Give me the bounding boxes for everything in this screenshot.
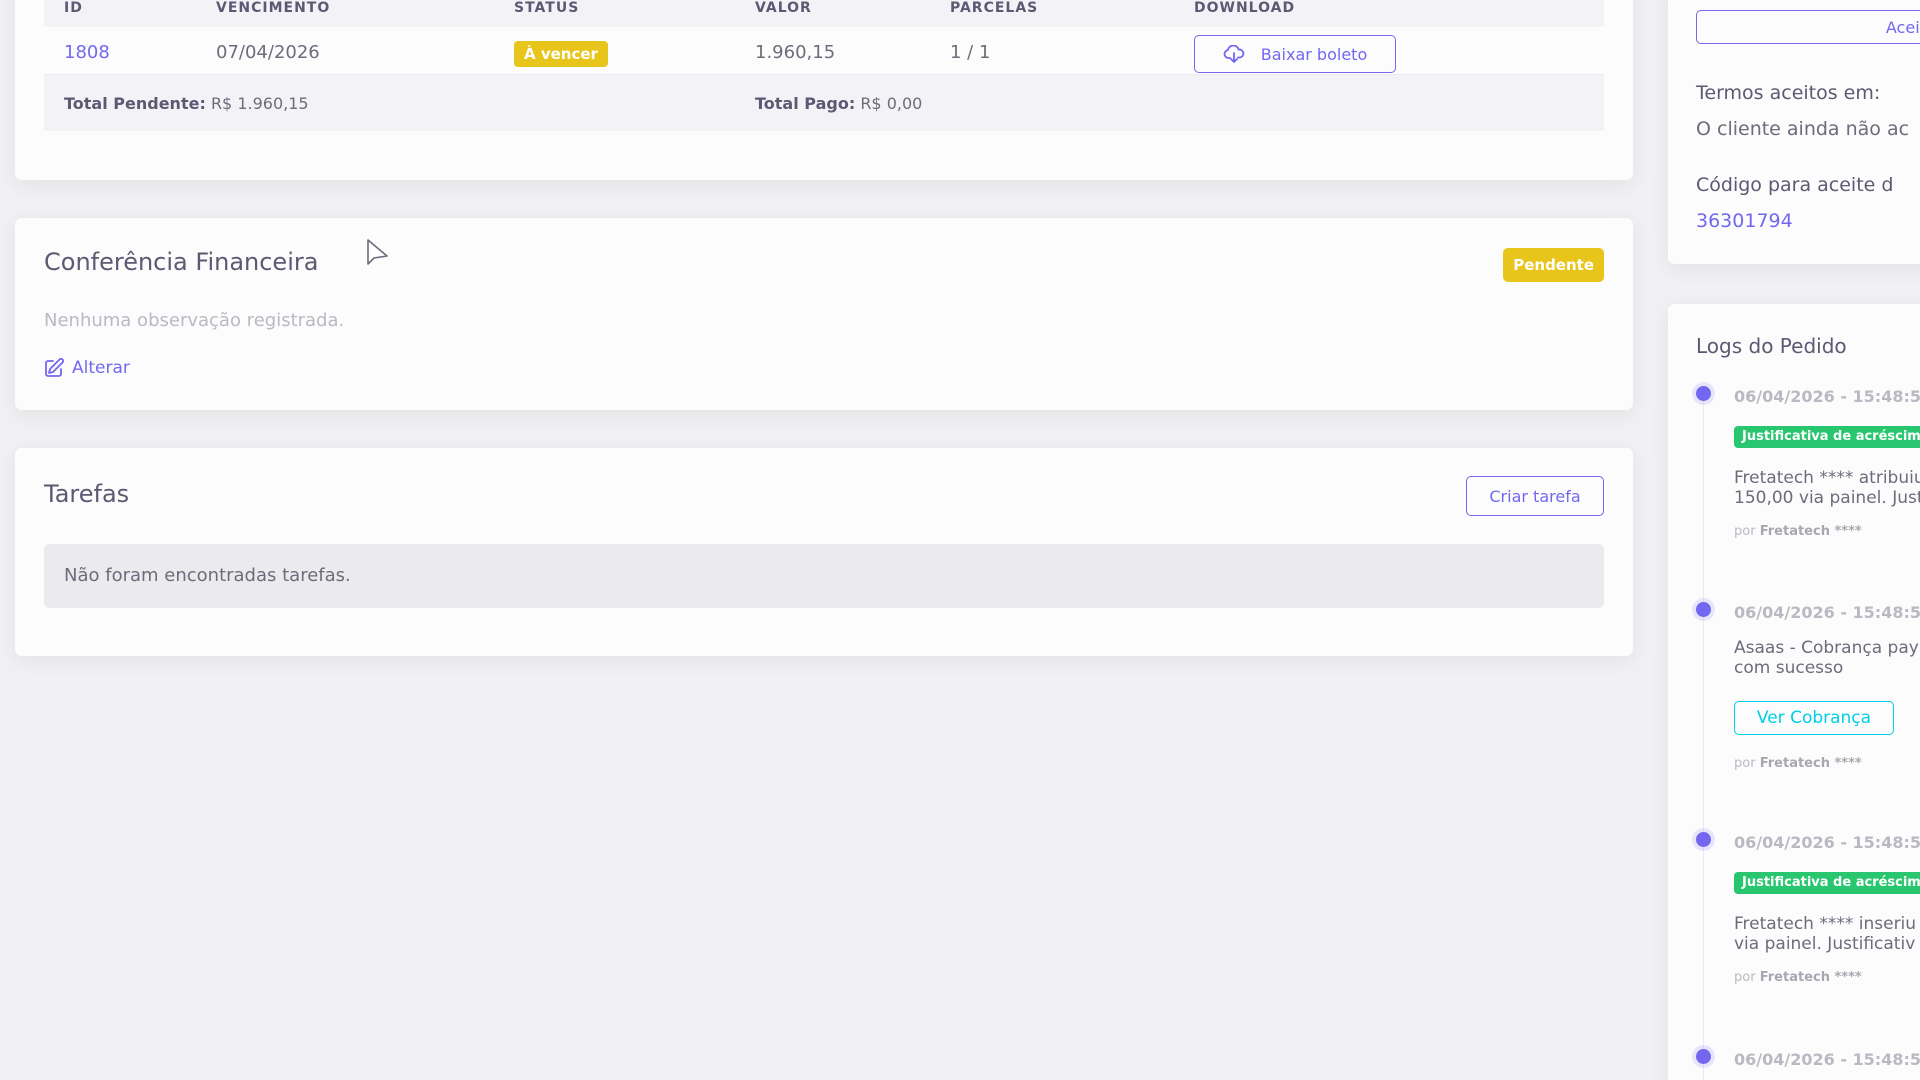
terms-accepted-label: Termos aceitos em: [1696, 82, 1881, 104]
log-badge: Justificativa de acréscim [1734, 426, 1920, 448]
log-author-label: por [1734, 756, 1756, 771]
column-header-download: DOWNLOAD [1194, 0, 1296, 16]
payments-card: ID VENCIMENTO STATUS VALOR PARCELAS DOWN… [15, 0, 1633, 180]
log-time: 06/04/2026 - 15:48:57 [1734, 387, 1920, 406]
payment-id-link[interactable]: 1808 [64, 42, 110, 63]
column-header-status: STATUS [514, 0, 580, 16]
payments-totals: Total Pendente: R$ 1.960,15 Total Pago: … [44, 75, 1604, 131]
timeline-dot [1696, 832, 1711, 847]
log-time: 06/04/2026 - 15:48:56 [1734, 603, 1920, 622]
view-charge-button[interactable]: Ver Cobrança [1734, 701, 1894, 735]
log-author: por Fretatech **** [1734, 970, 1862, 985]
table-row: 1808 07/04/2026 À vencer 1.960,15 1 / 1 … [44, 27, 1604, 75]
total-paid: Total Pago: R$ 0,00 [755, 94, 922, 113]
create-task-label: Criar tarefa [1489, 486, 1581, 506]
cloud-download-icon [1223, 45, 1245, 63]
timeline-dot [1696, 1049, 1711, 1064]
column-header-id: ID [64, 0, 83, 16]
log-time: 06/04/2026 - 15:48:51 [1734, 1050, 1920, 1069]
log-badge: Justificativa de acréscim [1734, 872, 1920, 894]
payments-table-header: ID VENCIMENTO STATUS VALOR PARCELAS DOWN… [44, 0, 1604, 27]
download-boleto-button[interactable]: Baixar boleto [1194, 35, 1396, 73]
total-pending: Total Pendente: R$ 1.960,15 [64, 94, 309, 113]
acceptance-code-value[interactable]: 36301794 [1696, 210, 1793, 232]
total-pending-value: R$ 1.960,15 [210, 94, 309, 113]
total-paid-label: Total Pago: [755, 94, 856, 113]
financial-empty-text: Nenhuma observação registrada. [44, 310, 345, 331]
log-text: Fretatech **** inseriu via painel. Justi… [1734, 914, 1917, 954]
log-author-name: Fretatech **** [1759, 524, 1862, 539]
accept-terms-button[interactable]: Aceite d [1696, 10, 1920, 44]
total-pending-label: Total Pendente: [64, 94, 206, 113]
log-text: Asaas - Cobrança pay com sucesso [1734, 638, 1919, 678]
create-task-button[interactable]: Criar tarefa [1466, 476, 1604, 516]
log-author: por Fretatech **** [1734, 756, 1862, 771]
terms-card: Aceite d Termos aceitos em: O cliente ai… [1668, 0, 1920, 264]
log-author-label: por [1734, 970, 1756, 985]
status-badge: Pendente [1503, 248, 1604, 282]
edit-observation-link[interactable]: Alterar [44, 358, 130, 378]
view-charge-label: Ver Cobrança [1756, 708, 1872, 728]
tasks-empty-state: Não foram encontradas tarefas. [44, 544, 1604, 608]
terms-accepted-value: O cliente ainda não ac [1696, 118, 1910, 140]
log-author-name: Fretatech **** [1759, 970, 1862, 985]
status-badge: À vencer [514, 41, 608, 67]
tasks-title: Tarefas [44, 480, 130, 508]
log-author-name: Fretatech **** [1759, 756, 1862, 771]
tasks-empty-text: Não foram encontradas tarefas. [64, 565, 351, 586]
log-author-label: por [1734, 524, 1756, 539]
edit-icon [44, 358, 64, 378]
log-author: por Fretatech **** [1734, 524, 1862, 539]
column-header-value: VALOR [755, 0, 812, 16]
tasks-card: Tarefas Criar tarefa Não foram encontrad… [15, 448, 1633, 656]
order-logs-card: Logs do Pedido 06/04/2026 - 15:48:57 Jus… [1668, 304, 1920, 1080]
logs-title: Logs do Pedido [1696, 334, 1847, 358]
payment-value: 1.960,15 [755, 42, 836, 63]
accept-terms-label: Aceite d [1885, 17, 1920, 37]
column-header-due: VENCIMENTO [216, 0, 331, 16]
financial-conference-title: Conferência Financeira [44, 248, 319, 276]
log-text: Fretatech **** atribuiu 150,00 via paine… [1734, 468, 1920, 508]
column-header-installments: PARCELAS [950, 0, 1039, 16]
financial-conference-card: Conferência Financeira Pendente Nenhuma … [15, 218, 1633, 410]
timeline-dot [1696, 602, 1711, 617]
payment-due-date: 07/04/2026 [216, 42, 320, 63]
log-time: 06/04/2026 - 15:48:52 [1734, 833, 1920, 852]
acceptance-code-label: Código para aceite d [1696, 174, 1894, 196]
mouse-cursor-icon [365, 238, 391, 272]
download-boleto-label: Baixar boleto [1260, 44, 1368, 64]
timeline-dot [1696, 386, 1711, 401]
total-paid-value: R$ 0,00 [860, 94, 923, 113]
timeline-line [1703, 394, 1704, 1080]
edit-label: Alterar [72, 358, 130, 378]
payment-installments: 1 / 1 [950, 42, 991, 63]
